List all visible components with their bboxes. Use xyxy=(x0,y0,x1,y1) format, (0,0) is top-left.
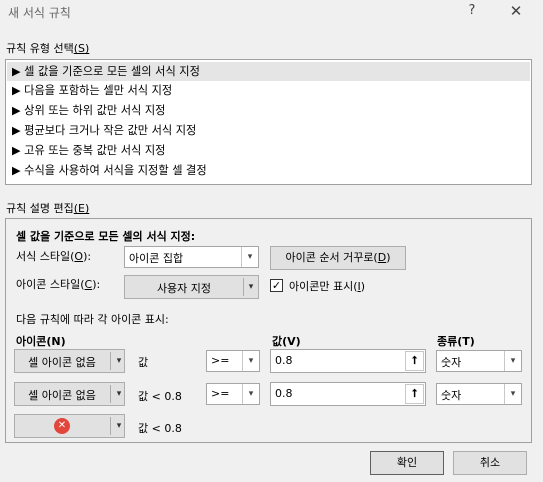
icon-style-value: 사용자 지정 xyxy=(156,282,212,295)
condition-label-row-1: 값 xyxy=(138,356,149,369)
reverse-icon-order-button[interactable]: 아이콘 순서 거꾸로(D) xyxy=(270,246,406,270)
operator-select-row-2[interactable]: >= ▾ xyxy=(206,383,260,405)
value-input-row-1[interactable]: 0.8 ⭡ xyxy=(270,349,426,373)
chevron-down-icon: ▾ xyxy=(504,351,521,371)
rules-caption: 다음 규칙에 따라 각 아이콘 표시: xyxy=(16,313,169,326)
help-icon[interactable]: ? xyxy=(462,1,482,21)
chevron-down-icon: ▾ xyxy=(116,356,122,366)
icon-select-value: 셀 아이콘 없음 xyxy=(28,356,96,369)
icon-select-row-1[interactable]: 셀 아이콘 없음 ▾ xyxy=(14,349,125,373)
rule-type-item-average[interactable]: ▶ 평균보다 크거나 작은 값만 서식 지정 xyxy=(7,121,530,140)
chevron-down-icon: ▾ xyxy=(248,282,254,292)
chevron-down-icon: ▾ xyxy=(242,384,259,404)
column-header-icon: 아이콘(N) xyxy=(16,335,66,348)
cancel-button[interactable]: 취소 xyxy=(453,451,527,475)
type-value: 숫자 xyxy=(441,356,462,369)
rule-type-item-formula[interactable]: ▶ 수식을 사용하여 서식을 지정할 셀 결정 xyxy=(7,161,530,180)
value-text: 0.8 xyxy=(275,387,293,400)
rule-desc-heading: 셀 값을 기준으로 모든 셀의 서식 지정: xyxy=(16,230,196,243)
rule-type-item-top-bottom[interactable]: ▶ 상위 또는 하위 값만 서식 지정 xyxy=(7,101,530,120)
chevron-down-icon: ▾ xyxy=(242,351,259,371)
icon-only-label: 아이콘만 표시(I) xyxy=(289,280,366,293)
range-select-icon[interactable]: ⭡ xyxy=(405,351,424,371)
condition-label-row-2: 값 < 0.8 xyxy=(138,390,182,403)
close-icon[interactable]: ✕ xyxy=(505,1,527,21)
type-select-row-1[interactable]: 숫자 ▾ xyxy=(436,350,522,372)
format-style-label: 서식 스타일(O): xyxy=(16,250,92,263)
icon-style-select[interactable]: 사용자 지정 ▾ xyxy=(124,275,259,299)
rule-type-item-unique-duplicate[interactable]: ▶ 고유 또는 중복 값만 서식 지정 xyxy=(7,141,530,160)
format-style-value: 아이콘 집합 xyxy=(129,252,184,265)
type-select-row-2[interactable]: 숫자 ▾ xyxy=(436,383,522,405)
column-header-value: 값(V) xyxy=(272,335,301,348)
column-header-type: 종류(T) xyxy=(437,335,475,348)
red-x-circle-icon: ✕ xyxy=(54,418,70,434)
rule-type-label: 규칙 유형 선택(S) xyxy=(6,42,90,55)
icon-select-value: 셀 아이콘 없음 xyxy=(28,389,96,402)
format-style-select[interactable]: 아이콘 집합 ▾ xyxy=(124,246,259,268)
rule-type-list[interactable]: ▶ 셀 값을 기준으로 모든 셀의 서식 지정 ▶ 다음을 포함하는 셀만 서식… xyxy=(5,59,532,185)
ok-button[interactable]: 확인 xyxy=(370,451,444,475)
operator-value: >= xyxy=(211,387,230,400)
type-value: 숫자 xyxy=(441,389,462,402)
chevron-down-icon: ▾ xyxy=(241,247,258,267)
condition-label-row-3: 값 < 0.8 xyxy=(138,422,182,435)
rule-type-item-cell-value[interactable]: ▶ 셀 값을 기준으로 모든 셀의 서식 지정 xyxy=(7,62,530,81)
icon-select-row-3[interactable]: ✕ ▾ xyxy=(14,414,125,438)
value-input-row-2[interactable]: 0.8 ⭡ xyxy=(270,382,426,406)
icon-only-checkbox[interactable]: ✓ xyxy=(270,279,283,292)
operator-value: >= xyxy=(211,354,230,367)
dialog-title: 새 서식 규칙 xyxy=(8,6,71,20)
rule-desc-label: 규칙 설명 편집(E) xyxy=(6,202,90,215)
operator-select-row-1[interactable]: >= ▾ xyxy=(206,350,260,372)
chevron-down-icon: ▾ xyxy=(504,384,521,404)
range-select-icon[interactable]: ⭡ xyxy=(405,384,424,404)
icon-style-label: 아이콘 스타일(C): xyxy=(16,278,101,291)
icon-select-row-2[interactable]: 셀 아이콘 없음 ▾ xyxy=(14,382,125,406)
value-text: 0.8 xyxy=(275,354,293,367)
chevron-down-icon: ▾ xyxy=(116,421,122,431)
chevron-down-icon: ▾ xyxy=(116,389,122,399)
rule-type-item-contains[interactable]: ▶ 다음을 포함하는 셀만 서식 지정 xyxy=(7,81,530,100)
